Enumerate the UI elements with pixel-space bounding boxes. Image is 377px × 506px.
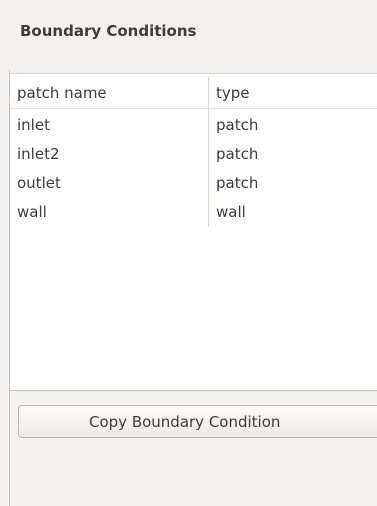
row-patch-name: outlet <box>17 174 61 192</box>
row-patch-type: patch <box>216 116 259 134</box>
header-divider <box>10 108 377 109</box>
row-patch-type: wall <box>216 203 246 221</box>
table-header: patch name type <box>10 74 377 108</box>
panel-title: Boundary Conditions <box>20 22 197 40</box>
row-patch-name: inlet2 <box>17 145 60 163</box>
column-header-patch-name[interactable]: patch name <box>17 84 107 102</box>
row-patch-name: inlet <box>17 116 50 134</box>
table-row[interactable]: wall wall <box>10 199 377 228</box>
table-row[interactable]: outlet patch <box>10 170 377 199</box>
column-header-type[interactable]: type <box>216 84 250 102</box>
boundary-conditions-panel: Boundary Conditions patch name type inle… <box>0 0 377 506</box>
row-patch-name: wall <box>17 203 47 221</box>
row-patch-type: patch <box>216 174 259 192</box>
patch-table[interactable]: patch name type inlet patch inlet2 patch… <box>10 73 377 391</box>
table-row[interactable]: inlet2 patch <box>10 141 377 170</box>
row-patch-type: patch <box>216 145 259 163</box>
table-row[interactable]: inlet patch <box>10 112 377 141</box>
copy-boundary-condition-button[interactable]: Copy Boundary Condition <box>18 405 377 438</box>
